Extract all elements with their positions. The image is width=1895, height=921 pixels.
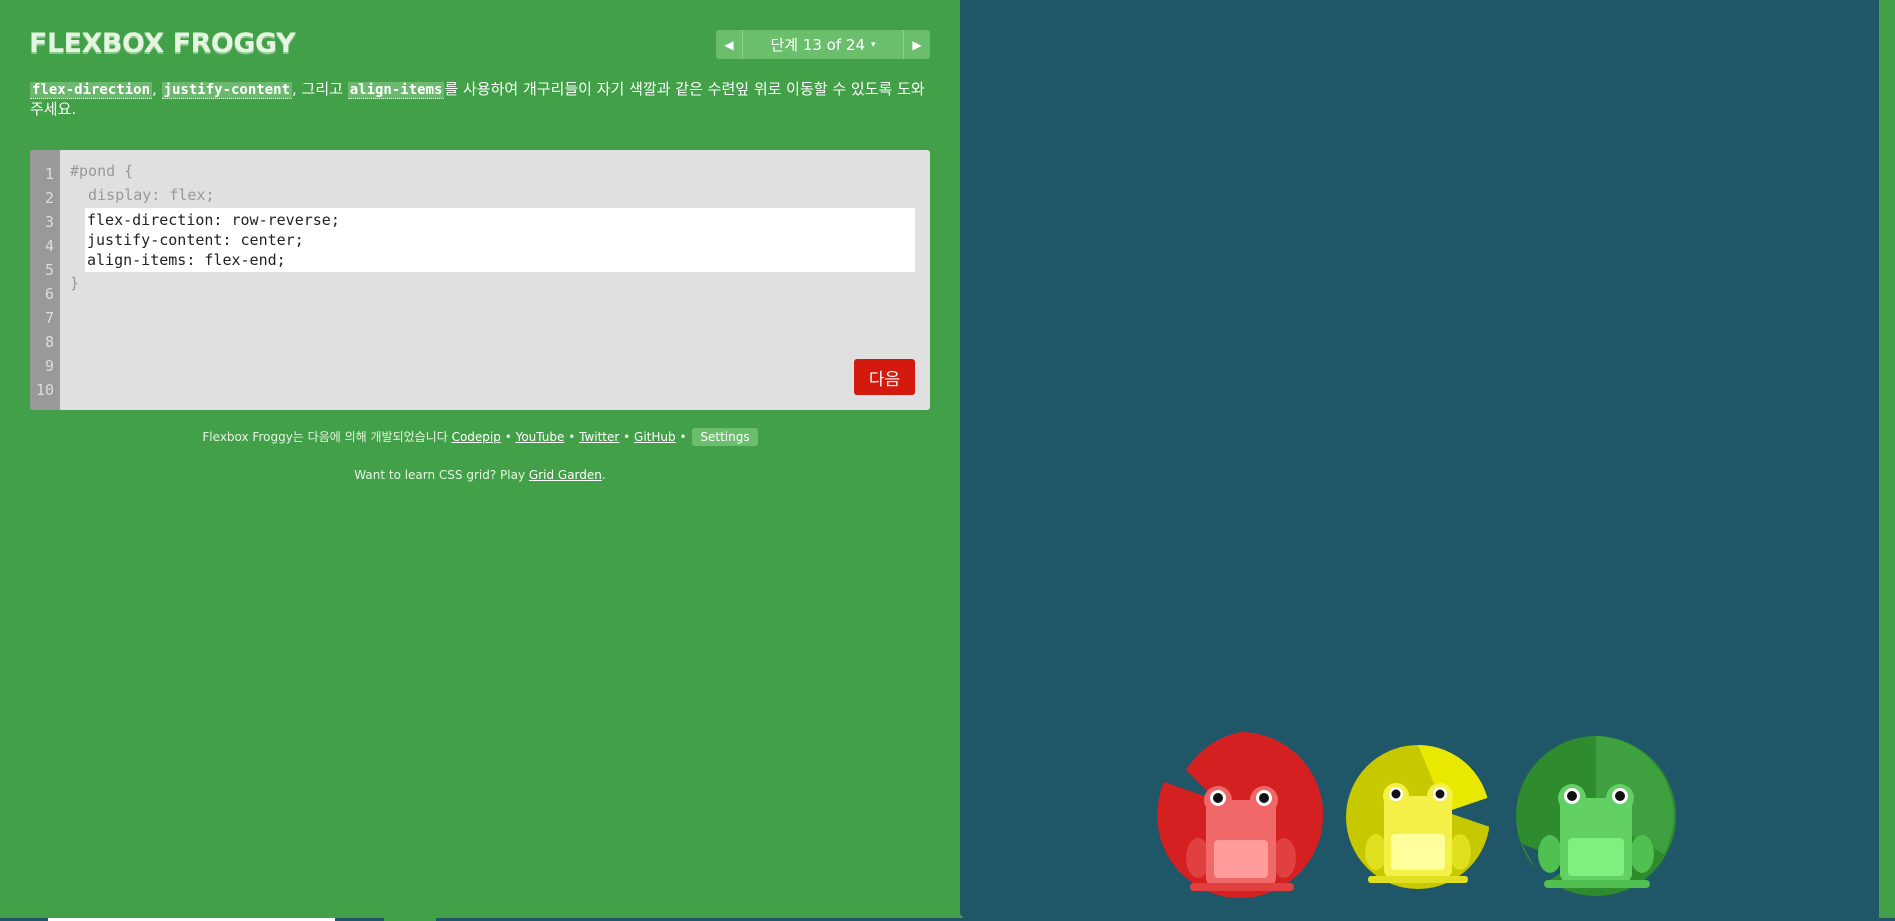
- code-editor: 1 2 3 4 5 6 7 8 9 10 #pond { display: fl…: [30, 150, 930, 410]
- instructions: flex-direction, justify-content, 그리고 ali…: [30, 80, 930, 119]
- line-number: 8: [44, 333, 54, 351]
- line-number: 10: [35, 381, 54, 399]
- grid-garden-promo: Want to learn CSS grid? Play Grid Garden…: [0, 468, 960, 482]
- green-lilypad-with-frog: [1516, 736, 1676, 896]
- code-term-justify-content[interactable]: justify-content: [161, 82, 292, 99]
- line-number: 4: [44, 237, 54, 255]
- app-title: FLEXBOX FROGGY: [29, 28, 296, 59]
- code-line-close: }: [70, 274, 80, 292]
- sidebar: FLEXBOX FROGGY ◀ 단계 13 of 24 ▾ ▶ flex-di…: [0, 0, 960, 921]
- credits-text: Flexbox Froggy는 다음에 의해 개발되었습니다: [202, 430, 452, 444]
- triangle-left-icon: ◀: [724, 37, 734, 52]
- previous-level-button[interactable]: ◀: [716, 30, 743, 59]
- level-navigation: ◀ 단계 13 of 24 ▾ ▶: [716, 30, 930, 59]
- instructions-separator: , 그리고: [292, 80, 348, 98]
- next-button[interactable]: 다음: [854, 359, 915, 395]
- code-term-flex-direction[interactable]: flex-direction: [30, 82, 153, 99]
- level-indicator[interactable]: 단계 13 of 24 ▾: [743, 30, 903, 59]
- line-numbers: 1 2 3 4 5 6 7 8 9 10: [30, 150, 60, 410]
- codepip-link[interactable]: Codepip: [452, 430, 501, 444]
- line-number: 1: [44, 165, 54, 183]
- twitter-link[interactable]: Twitter: [579, 430, 619, 444]
- grid-garden-text: Want to learn CSS grid? Play: [354, 468, 529, 482]
- code-term-align-items[interactable]: align-items: [347, 82, 445, 99]
- right-edge-strip: [1879, 0, 1895, 918]
- settings-button[interactable]: Settings: [692, 428, 758, 446]
- yellow-lilypad-with-frog: [1346, 745, 1490, 889]
- red-lilypad-with-frog: [1157, 732, 1324, 898]
- line-number: 7: [44, 309, 54, 327]
- line-number: 2: [44, 189, 54, 207]
- bullet: •: [619, 430, 635, 444]
- line-number: 5: [44, 261, 54, 279]
- grid-garden-suffix: .: [601, 468, 606, 482]
- bullet: •: [675, 430, 691, 444]
- level-label: 단계 13 of 24: [770, 36, 865, 54]
- grid-garden-link[interactable]: Grid Garden: [529, 468, 602, 482]
- line-number: 9: [44, 357, 54, 375]
- code-line-pond-open: #pond {: [70, 162, 134, 180]
- pond: [960, 0, 1879, 918]
- bullet: •: [500, 430, 516, 444]
- chevron-down-icon: ▾: [871, 39, 876, 50]
- line-number: 3: [44, 213, 54, 231]
- triangle-right-icon: ▶: [912, 37, 922, 52]
- code-line-display: display: flex;: [70, 186, 215, 204]
- line-number: 6: [44, 285, 54, 303]
- github-link[interactable]: GitHub: [634, 430, 676, 444]
- bullet: •: [564, 430, 580, 444]
- credits: Flexbox Froggy는 다음에 의해 개발되었습니다 Codepip •…: [0, 428, 960, 446]
- css-code-input[interactable]: [85, 208, 915, 272]
- instructions-separator: ,: [152, 80, 162, 98]
- next-level-button[interactable]: ▶: [903, 30, 930, 59]
- youtube-link[interactable]: YouTube: [516, 430, 565, 444]
